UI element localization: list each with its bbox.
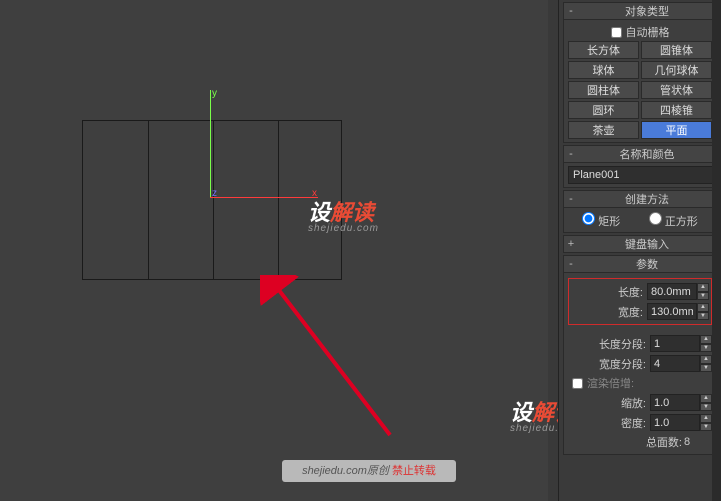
rollup-name-color-body: [563, 163, 717, 188]
scale-label: 缩放:: [568, 395, 650, 411]
plane-segment: [213, 121, 214, 279]
spinner-down[interactable]: ▼: [697, 312, 709, 321]
length-spinner[interactable]: ▲▼: [647, 283, 709, 300]
annotation-arrow: [260, 275, 400, 445]
highlight-box: 长度: ▲▼ 宽度: ▲▼: [568, 278, 712, 325]
rollup-create-method-body: 矩形 正方形: [563, 208, 717, 233]
scale-input[interactable]: [650, 394, 700, 411]
rollup-object-type-header[interactable]: - 对象类型: [563, 2, 717, 20]
collapse-toggle[interactable]: -: [564, 148, 578, 160]
rollup-title: 名称和颜色: [578, 146, 716, 162]
width-input[interactable]: [647, 303, 697, 320]
density-input[interactable]: [650, 414, 700, 431]
density-label: 密度:: [568, 415, 650, 431]
primitive-button-6[interactable]: 圆环: [568, 101, 639, 119]
spinner-up[interactable]: ▲: [697, 303, 709, 312]
spinner-down[interactable]: ▼: [700, 364, 712, 373]
rollup-object-type-body: 自动栅格 长方体圆锥体球体几何球体圆柱体管状体圆环四棱锥茶壶平面: [563, 20, 717, 143]
primitive-button-3[interactable]: 几何球体: [641, 61, 712, 79]
panel-scrollbar[interactable]: [712, 0, 721, 501]
collapse-toggle[interactable]: -: [564, 193, 578, 205]
density-spinner[interactable]: ▲▼: [650, 414, 712, 431]
total-faces-label: 总面数:: [646, 434, 682, 450]
plane-segment: [148, 121, 149, 279]
collapse-toggle[interactable]: +: [564, 238, 578, 250]
primitive-button-9[interactable]: 平面: [641, 121, 712, 139]
length-label: 长度:: [571, 284, 647, 300]
primitive-button-0[interactable]: 长方体: [568, 41, 639, 59]
primitive-button-8[interactable]: 茶壶: [568, 121, 639, 139]
primitive-button-5[interactable]: 管状体: [641, 81, 712, 99]
rollup-name-color-header[interactable]: - 名称和颜色: [563, 145, 717, 163]
primitive-button-2[interactable]: 球体: [568, 61, 639, 79]
spinner-up[interactable]: ▲: [700, 335, 712, 344]
axis-label-x: x: [312, 188, 317, 199]
footer-credit: shejiedu.com原创 禁止转载: [282, 460, 456, 482]
scale-spinner[interactable]: ▲▼: [650, 394, 712, 411]
width-seg-spinner[interactable]: ▲▼: [650, 355, 712, 372]
axis-label-z: z: [212, 188, 217, 199]
render-mult-label: 渲染倍增:: [587, 375, 634, 391]
width-seg-input[interactable]: [650, 355, 700, 372]
primitive-button-4[interactable]: 圆柱体: [568, 81, 639, 99]
width-spinner[interactable]: ▲▼: [647, 303, 709, 320]
width-label: 宽度:: [571, 304, 647, 320]
rollup-title: 对象类型: [578, 3, 716, 19]
rollup-params-header[interactable]: - 参数: [563, 255, 717, 273]
length-input[interactable]: [647, 283, 697, 300]
rollup-create-method-header[interactable]: - 创建方法: [563, 190, 717, 208]
spinner-down[interactable]: ▼: [700, 403, 712, 412]
spinner-up[interactable]: ▲: [700, 394, 712, 403]
autogrid-label: 自动栅格: [626, 24, 670, 40]
radio-rectangle[interactable]: 矩形: [582, 212, 620, 229]
rollup-title: 参数: [578, 256, 716, 272]
viewport[interactable]: y x z 设解读 shejiedu.com shejiedu.com原创 禁止…: [0, 0, 548, 501]
primitive-button-1[interactable]: 圆锥体: [641, 41, 712, 59]
length-seg-spinner[interactable]: ▲▼: [650, 335, 712, 352]
primitive-button-7[interactable]: 四棱锥: [641, 101, 712, 119]
radio-square[interactable]: 正方形: [649, 212, 698, 229]
axis-label-y: y: [212, 88, 217, 99]
rollup-keyboard-header[interactable]: + 键盘输入: [563, 235, 717, 253]
spinner-up[interactable]: ▲: [700, 355, 712, 364]
command-panel: - 对象类型 自动栅格 长方体圆锥体球体几何球体圆柱体管状体圆环四棱锥茶壶平面 …: [558, 0, 721, 501]
gizmo-x-axis: [210, 197, 318, 198]
spinner-down[interactable]: ▼: [700, 344, 712, 353]
rollup-title: 键盘输入: [578, 236, 716, 252]
collapse-toggle[interactable]: -: [564, 258, 578, 270]
plane-object[interactable]: [82, 120, 342, 280]
length-seg-label: 长度分段:: [568, 336, 650, 352]
collapse-toggle[interactable]: -: [564, 5, 578, 17]
width-seg-label: 宽度分段:: [568, 356, 650, 372]
plane-segment: [278, 121, 279, 279]
spinner-up[interactable]: ▲: [700, 414, 712, 423]
length-seg-input[interactable]: [650, 335, 700, 352]
spinner-up[interactable]: ▲: [697, 283, 709, 292]
rollup-params-body: 长度: ▲▼ 宽度: ▲▼ 长度分段:: [563, 273, 717, 455]
spinner-down[interactable]: ▼: [697, 292, 709, 301]
gizmo-y-axis: [210, 90, 211, 198]
render-mult-checkbox[interactable]: [572, 378, 583, 389]
object-name-input[interactable]: [568, 166, 720, 184]
total-faces-value: 8: [682, 436, 712, 448]
rollup-title: 创建方法: [578, 191, 716, 207]
spinner-down[interactable]: ▼: [700, 423, 712, 432]
autogrid-checkbox[interactable]: [611, 27, 622, 38]
